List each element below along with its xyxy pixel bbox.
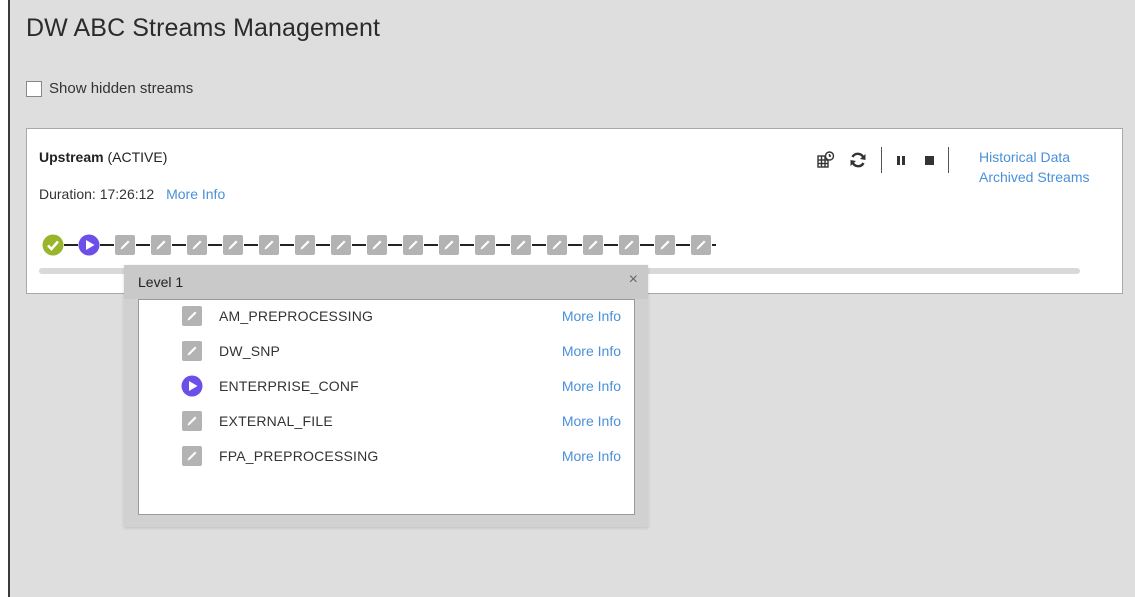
pending-pencil-icon[interactable] xyxy=(474,234,496,256)
pending-pencil-icon[interactable] xyxy=(510,234,532,256)
pipeline-connector xyxy=(208,244,222,246)
job-row: EXTERNAL_FILE More Info xyxy=(181,409,621,433)
page-title: DW ABC Streams Management xyxy=(26,14,381,42)
pipeline-connector xyxy=(244,244,258,246)
pipeline-connector xyxy=(172,244,186,246)
job-row: DW_SNP More Info xyxy=(181,339,621,363)
archived-streams-link[interactable]: Archived Streams xyxy=(979,167,1089,187)
close-icon[interactable]: × xyxy=(629,271,638,289)
pending-pencil-icon[interactable] xyxy=(366,234,388,256)
pending-pencil-icon[interactable] xyxy=(181,445,203,467)
pipeline-connector xyxy=(316,244,330,246)
pending-pencil-icon[interactable] xyxy=(181,410,203,432)
pending-pencil-icon[interactable] xyxy=(181,305,203,327)
level-popup: Level 1 × AM_PREPROCESSING More Info DW_SN… xyxy=(124,265,648,527)
pipeline-connector xyxy=(568,244,582,246)
pending-pencil-icon[interactable] xyxy=(330,234,352,256)
refresh-icon[interactable] xyxy=(847,149,869,171)
job-more-info-link[interactable]: More Info xyxy=(562,448,621,464)
stream-status: (ACTIVE) xyxy=(107,149,168,165)
schedule-icon[interactable] xyxy=(815,149,837,171)
stream-title: Upstream (ACTIVE) xyxy=(39,149,167,165)
pipeline-connector xyxy=(352,244,366,246)
pipeline-connector xyxy=(640,244,654,246)
pending-pencil-icon[interactable] xyxy=(654,234,676,256)
pending-pencil-icon[interactable] xyxy=(618,234,640,256)
popup-title: Level 1 xyxy=(138,274,184,290)
pending-pencil-icon[interactable] xyxy=(181,340,203,362)
pending-pencil-icon[interactable] xyxy=(186,234,208,256)
job-more-info-link[interactable]: More Info xyxy=(562,308,621,324)
stream-name: Upstream xyxy=(39,149,104,165)
pipeline-connector xyxy=(460,244,474,246)
pipeline-connector xyxy=(280,244,294,246)
job-name: EXTERNAL_FILE xyxy=(219,413,333,429)
job-row: FPA_PREPROCESSING More Info xyxy=(181,444,621,468)
pipeline-connector xyxy=(388,244,402,246)
job-name: DW_SNP xyxy=(219,343,281,359)
pipeline-connector xyxy=(100,244,114,246)
pipeline-connector xyxy=(676,244,690,246)
job-more-info-link[interactable]: More Info xyxy=(562,378,621,394)
stream-duration: Duration: 17:26:12 More Info xyxy=(39,186,225,202)
pending-pencil-icon[interactable] xyxy=(258,234,280,256)
toolbar-divider xyxy=(881,147,882,173)
job-row: ENTERPRISE_CONF More Info xyxy=(181,374,621,398)
job-name: FPA_PREPROCESSING xyxy=(219,448,379,464)
pending-pencil-icon[interactable] xyxy=(438,234,460,256)
toolbar-divider xyxy=(948,147,949,173)
show-hidden-checkbox[interactable] xyxy=(26,80,42,97)
historical-data-link[interactable]: Historical Data xyxy=(979,147,1089,167)
show-hidden-streams-toggle[interactable]: Show hidden streams xyxy=(26,80,193,97)
job-name: ENTERPRISE_CONF xyxy=(219,378,359,394)
pending-pencil-icon[interactable] xyxy=(222,234,244,256)
running-play-icon[interactable] xyxy=(78,234,100,256)
completed-check-icon[interactable] xyxy=(42,234,64,256)
pending-pencil-icon[interactable] xyxy=(582,234,604,256)
stream-pipeline xyxy=(42,233,716,257)
stream-toolbar xyxy=(815,147,957,173)
pipeline-connector xyxy=(424,244,438,246)
duration-label: Duration: 17:26:12 xyxy=(39,186,155,202)
pending-pencil-icon[interactable] xyxy=(402,234,424,256)
running-play-icon[interactable] xyxy=(181,375,203,397)
show-hidden-label: Show hidden streams xyxy=(49,80,194,97)
pipeline-connector xyxy=(532,244,546,246)
page-background: DW ABC Streams Management Show hidden st… xyxy=(8,0,1135,597)
pipeline-connector xyxy=(496,244,510,246)
pending-pencil-icon[interactable] xyxy=(546,234,568,256)
pending-pencil-icon[interactable] xyxy=(294,234,316,256)
pipeline-connector xyxy=(712,244,716,246)
pause-icon[interactable] xyxy=(890,149,912,171)
pipeline-connector xyxy=(136,244,150,246)
popup-header: Level 1 × xyxy=(124,265,648,299)
job-list: AM_PREPROCESSING More Info DW_SNP More Info… xyxy=(138,299,635,515)
pending-pencil-icon[interactable] xyxy=(114,234,136,256)
pending-pencil-icon[interactable] xyxy=(150,234,172,256)
job-more-info-link[interactable]: More Info xyxy=(562,343,621,359)
job-name: AM_PREPROCESSING xyxy=(219,308,374,324)
stream-more-info-link[interactable]: More Info xyxy=(166,186,225,202)
job-row: AM_PREPROCESSING More Info xyxy=(181,304,621,328)
pending-pencil-icon[interactable] xyxy=(690,234,712,256)
stream-links: Historical Data Archived Streams xyxy=(979,147,1089,187)
job-more-info-link[interactable]: More Info xyxy=(562,413,621,429)
pipeline-connector xyxy=(604,244,618,246)
stop-icon[interactable] xyxy=(918,149,940,171)
pipeline-connector xyxy=(64,244,78,246)
